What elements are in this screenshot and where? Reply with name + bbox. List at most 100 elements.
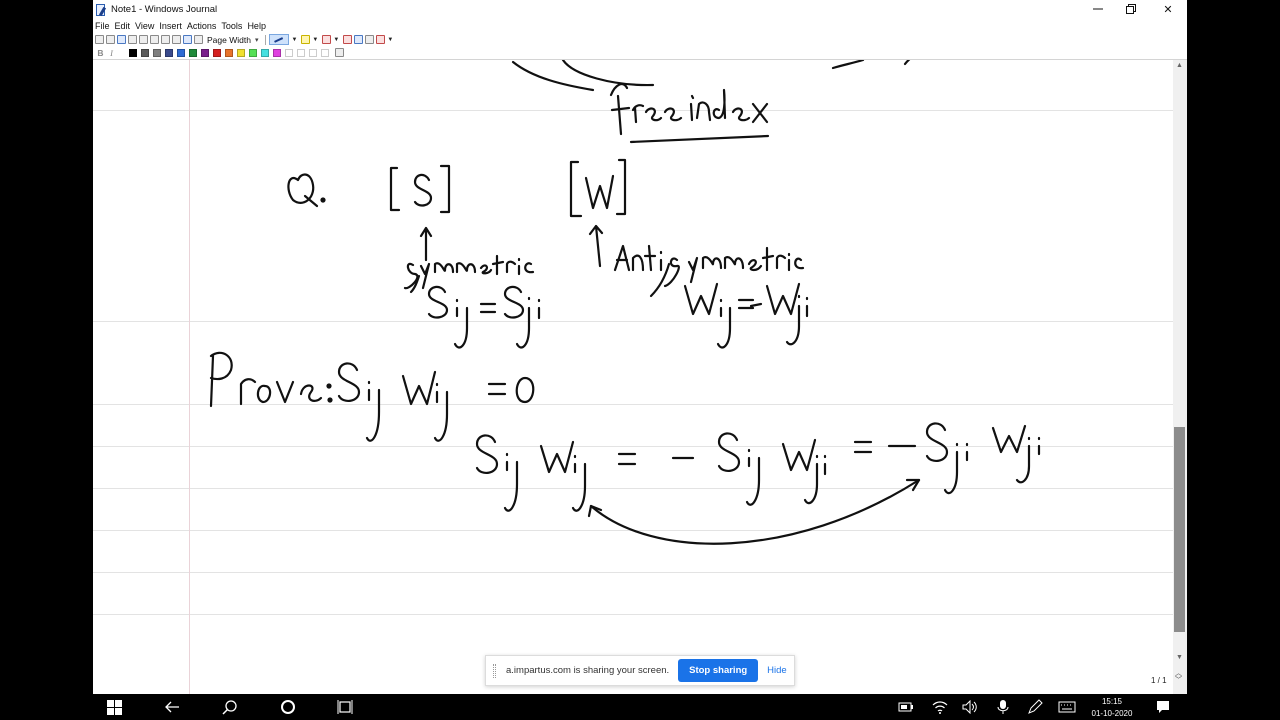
system-clock[interactable]: 15:15 01-10-2020 [1082,696,1142,720]
color-swatch[interactable] [261,48,269,57]
lasso-select-icon[interactable] [343,35,353,44]
zoom-select[interactable]: Page Width [207,35,251,45]
pen-button[interactable] [1025,694,1045,720]
color-swatch[interactable] [297,48,305,57]
pen-width-icon[interactable] [335,48,344,57]
hand-icon[interactable] [365,35,375,44]
handwritten-ink [209,60,1041,545]
title-bar: Note1 - Windows Journal [93,0,1187,19]
color-swatch[interactable] [225,48,233,57]
color-swatch[interactable] [129,48,137,57]
color-swatch[interactable] [273,48,281,57]
menu-help[interactable]: Help [247,21,266,31]
minimize-icon [1093,8,1103,10]
restore-icon [1126,4,1136,14]
italic-button[interactable]: I [106,48,117,58]
scroll-up-icon[interactable]: ▲ [1176,62,1183,69]
color-palette [129,48,333,57]
eraser-icon[interactable] [322,35,332,44]
page-indicator: 1 / 1 [1149,676,1169,685]
print-icon[interactable] [128,35,137,44]
journal-window: Note1 - Windows Journal ✕ File Edit View… [93,0,1187,694]
battery-button[interactable] [896,694,916,720]
battery-icon [898,702,913,712]
menu-edit[interactable]: Edit [115,21,131,31]
color-swatch[interactable] [237,48,245,57]
back-arrow-icon [165,701,179,713]
menu-insert[interactable]: Insert [159,21,182,31]
new-note-icon[interactable] [95,35,104,44]
menu-bar: File Edit View Insert Actions Tools Help [93,19,271,33]
stop-sharing-button[interactable]: Stop sharing [678,659,759,682]
undo-icon[interactable] [183,35,192,44]
clock-date: 01-10-2020 [1091,709,1133,718]
menu-file[interactable]: File [95,21,110,31]
standard-toolbar: Page Width ▾ ▼ ▼ ▼ ▼ [95,33,397,46]
cortana-button[interactable] [276,694,300,720]
menu-actions[interactable]: Actions [187,21,217,31]
insert-space-icon[interactable] [354,35,364,44]
chevron-down-icon[interactable]: ▾ [255,36,259,44]
copy-icon[interactable] [161,35,170,44]
page-up-icon[interactable]: ︿ [1175,670,1182,677]
scroll-down-icon[interactable]: ▼ [1176,654,1183,661]
color-swatch[interactable] [177,48,185,57]
eraser-dropdown-icon[interactable]: ▼ [333,37,339,43]
open-icon[interactable] [106,35,115,44]
hide-button[interactable]: Hide [767,665,787,676]
redo-icon[interactable] [194,35,203,44]
keyboard-button[interactable] [1056,694,1078,720]
color-swatch[interactable] [321,48,329,57]
clock-time: 15:15 [1101,697,1123,706]
color-swatch[interactable] [189,48,197,57]
color-swatch[interactable] [165,48,173,57]
wifi-button[interactable] [930,694,950,720]
screen-share-bar: a.impartus.com is sharing your screen. S… [485,655,795,686]
color-swatch[interactable] [249,48,257,57]
color-swatch[interactable] [141,48,149,57]
notification-button[interactable] [1152,694,1174,720]
volume-button[interactable] [960,694,980,720]
restore-button[interactable] [1112,0,1150,18]
search-button[interactable] [218,694,242,720]
bold-button[interactable]: B [95,48,106,58]
color-swatch[interactable] [309,48,317,57]
cut-icon[interactable] [150,35,159,44]
flag-dropdown-icon[interactable]: ▼ [387,37,393,43]
scrollbar-thumb[interactable] [1174,427,1185,632]
drag-handle-icon[interactable] [493,663,496,678]
paste-icon[interactable] [172,35,181,44]
pen-dropdown-icon[interactable]: ▼ [291,37,297,43]
share-message: a.impartus.com is sharing your screen. [506,665,670,676]
color-swatch[interactable] [201,48,209,57]
start-button[interactable] [103,694,125,720]
vertical-scrollbar[interactable]: ▲ ▼ [1173,60,1187,694]
task-view-button[interactable] [333,694,357,720]
keyboard-icon [1058,701,1076,713]
note-canvas[interactable] [93,60,1173,694]
color-swatch[interactable] [285,48,293,57]
microphone-button[interactable] [993,694,1013,720]
format-toolbar: B I [95,47,346,58]
windows-start-icon [106,699,122,715]
save-icon[interactable] [117,35,126,44]
notification-icon [1157,701,1169,713]
highlighter-dropdown-icon[interactable]: ▼ [312,37,318,43]
pen-tool-button[interactable] [269,34,290,45]
menu-tools[interactable]: Tools [221,21,242,31]
window-title: Note1 - Windows Journal [111,4,218,15]
wifi-icon [932,701,948,714]
cortana-icon [281,700,295,714]
color-swatch[interactable] [213,48,221,57]
journal-app-icon [95,3,107,16]
flag-icon[interactable] [376,35,386,44]
menu-view[interactable]: View [135,21,154,31]
close-button[interactable]: ✕ [1149,0,1187,18]
page-nav[interactable]: ︿ ﹀ [1175,670,1182,684]
highlighter-icon[interactable] [301,35,311,44]
back-button[interactable] [160,694,184,720]
page-down-icon[interactable]: ﹀ [1175,677,1182,684]
color-swatch[interactable] [153,48,161,57]
microphone-icon [997,700,1009,714]
find-icon[interactable] [139,35,148,44]
